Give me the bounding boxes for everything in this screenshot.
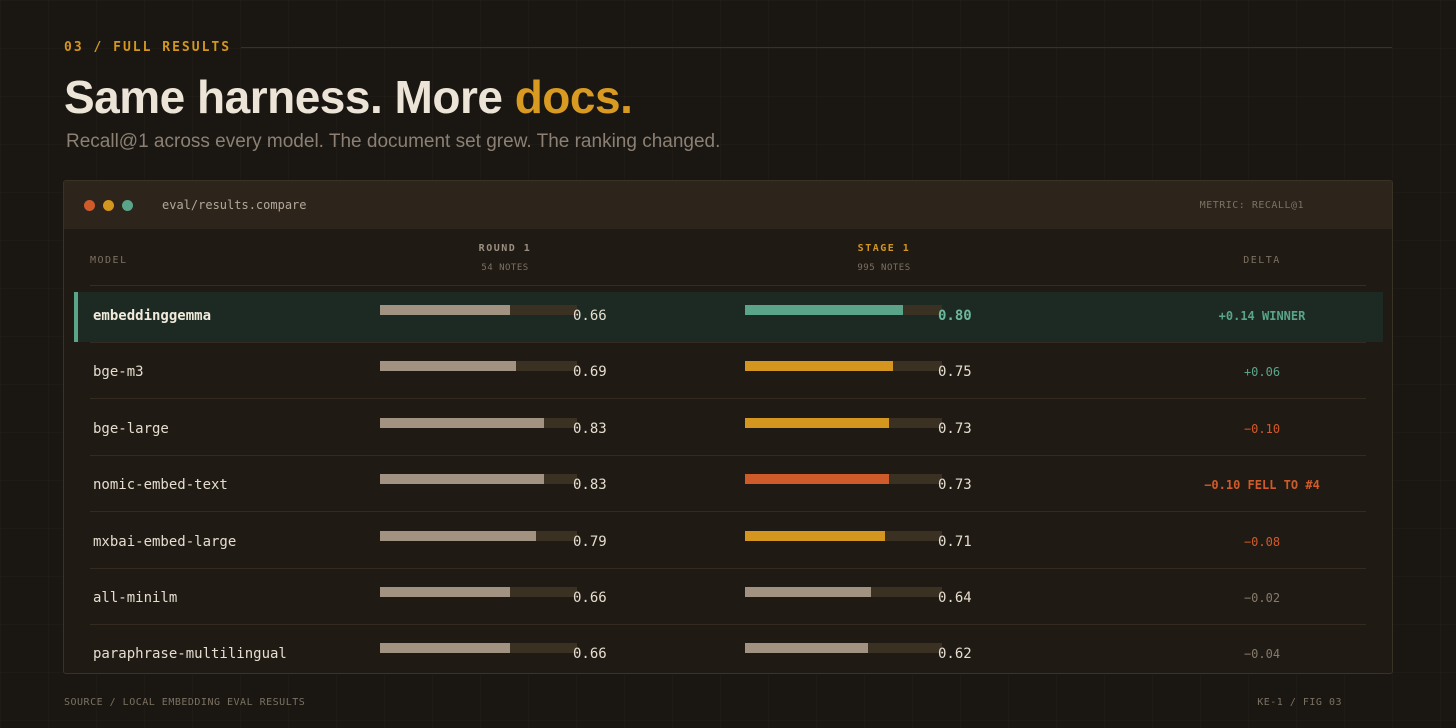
round-bar: [380, 643, 510, 654]
model-name: embeddinggemma: [93, 308, 212, 324]
stage-value: 0.80: [938, 308, 972, 324]
section-rule: [241, 46, 1392, 48]
table-row[interactable]: nomic-embed-text 0.83 0.73 −0.10 FELL TO #4: [64, 456, 1392, 513]
delta-value: +0.06: [1243, 365, 1281, 380]
stage-value: 0.62: [938, 646, 972, 663]
round-bar-track: [380, 643, 577, 654]
round-bar-track: [380, 305, 577, 315]
column-subheader-stage: 995 NOTES: [857, 263, 911, 273]
model-name: all-minilm: [93, 590, 178, 606]
stage-bar-track: [745, 474, 942, 485]
header-divider: [90, 285, 1366, 286]
round-bar: [380, 474, 544, 485]
round-bar-track: [380, 474, 577, 485]
round-value: 0.83: [573, 477, 607, 494]
round-value: 0.66: [573, 308, 607, 324]
delta-value: −0.08: [1243, 534, 1281, 549]
stage-bar-track: [745, 587, 942, 597]
model-name: mxbai-embed-large: [93, 533, 237, 550]
table-row[interactable]: mxbai-embed-large 0.79 0.71 −0.08: [64, 513, 1392, 569]
round-value: 0.79: [573, 533, 607, 550]
round-bar: [380, 305, 510, 315]
stage-value: 0.73: [938, 420, 972, 437]
stage-bar: [745, 361, 893, 372]
round-value: 0.83: [573, 420, 607, 437]
stage-bar-track: [745, 643, 942, 654]
column-header-model: MODEL: [90, 255, 128, 266]
stage-bar: [745, 643, 868, 654]
stage-value: 0.75: [938, 364, 972, 381]
stage-bar: [745, 305, 903, 315]
window-titlebar: eval/results.compare METRIC: RECALL@1: [64, 181, 1392, 229]
page-title: Same harness. More docs.: [64, 70, 633, 124]
minimize-dot-icon[interactable]: [103, 200, 114, 211]
table-row[interactable]: paraphrase-multilingual 0.66 0.62 −0.04: [64, 625, 1392, 673]
results-window: eval/results.compare METRIC: RECALL@1 MO…: [63, 180, 1393, 674]
stage-value: 0.71: [938, 533, 972, 550]
delta-value: −0.02: [1243, 591, 1281, 605]
stage-bar-track: [745, 305, 942, 315]
stage-value: 0.64: [938, 590, 972, 606]
delta-value: +0.14 WINNER: [1218, 309, 1306, 323]
page-title-accent: docs.: [514, 71, 633, 123]
model-name: paraphrase-multilingual: [93, 646, 287, 663]
stage-bar: [745, 587, 871, 597]
round-bar-track: [380, 587, 577, 597]
stage-bar: [745, 474, 889, 485]
maximize-dot-icon[interactable]: [122, 200, 133, 211]
round-bar-track: [380, 361, 577, 372]
stage-bar: [745, 417, 889, 428]
footer-figure-label: KE-1 / FIG 03: [1257, 697, 1342, 708]
table-row[interactable]: all-minilm 0.66 0.64 −0.02: [64, 569, 1392, 625]
stage-bar-track: [745, 417, 942, 428]
section-header: 03 / FULL RESULTS: [64, 39, 1392, 55]
round-bar: [380, 530, 536, 541]
round-bar: [380, 417, 544, 428]
stage-bar: [745, 530, 885, 541]
column-subheader-round: 54 NOTES: [481, 263, 529, 273]
round-bar: [380, 587, 510, 597]
stage-bar-track: [745, 530, 942, 541]
delta-value: −0.10: [1243, 421, 1281, 436]
delta-value: −0.04: [1243, 647, 1281, 662]
round-value: 0.66: [573, 646, 607, 663]
round-bar: [380, 361, 516, 372]
page-subtitle: Recall@1 across every model. The documen…: [66, 131, 721, 152]
column-header-stage: STAGE 1: [857, 243, 911, 254]
round-value: 0.66: [573, 590, 607, 606]
close-dot-icon[interactable]: [84, 200, 95, 211]
stage-bar-track: [745, 361, 942, 372]
footer-source: SOURCE / LOCAL EMBEDDING EVAL RESULTS: [64, 697, 306, 708]
window-path: eval/results.compare: [162, 198, 307, 212]
round-bar-track: [380, 530, 577, 541]
winner-marker: [74, 292, 78, 342]
round-bar-track: [380, 417, 577, 428]
model-name: nomic-embed-text: [93, 477, 228, 494]
table-row[interactable]: bge-m3 0.69 0.75 +0.06: [64, 343, 1392, 400]
model-name: bge-large: [93, 420, 169, 437]
model-name: bge-m3: [93, 364, 144, 381]
page-title-lead: Same harness. More: [64, 71, 515, 123]
table-row[interactable]: bge-large 0.83 0.73 −0.10: [64, 400, 1392, 456]
section-eyebrow: 03 / FULL RESULTS: [64, 39, 232, 55]
metric-label: METRIC: RECALL@1: [1199, 200, 1304, 211]
stage-value: 0.73: [938, 477, 972, 494]
round-value: 0.69: [573, 364, 607, 381]
column-header-delta: DELTA: [1243, 255, 1281, 266]
delta-value: −0.10 FELL TO #4: [1204, 478, 1320, 493]
table-row[interactable]: embeddinggemma 0.66 0.80 +0.14 WINNER: [64, 287, 1392, 343]
column-header-round: ROUND 1: [478, 243, 532, 254]
